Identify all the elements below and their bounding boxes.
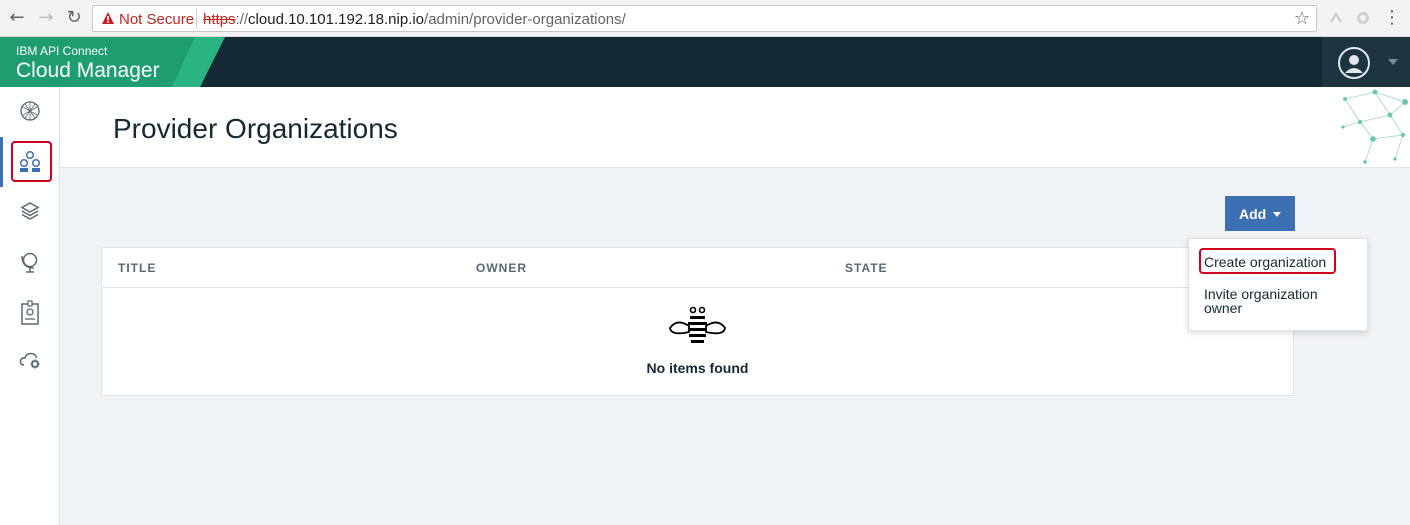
page-title: Provider Organizations bbox=[113, 113, 398, 144]
url-scheme: https bbox=[203, 11, 236, 28]
sidebar-item-resources[interactable] bbox=[0, 187, 60, 237]
network-decoration-icon bbox=[1341, 89, 1408, 164]
browser-toolbar: ← → ↻ Not Secure https://cloud.10.101.19… bbox=[0, 0, 1410, 37]
empty-state: No items found bbox=[102, 288, 1293, 396]
badge-icon bbox=[21, 300, 39, 325]
warning-icon bbox=[102, 12, 114, 24]
reload-icon[interactable]: ↻ bbox=[63, 7, 85, 29]
globe-stand-icon bbox=[21, 252, 38, 273]
product-name: Cloud Manager bbox=[16, 59, 160, 82]
extension-circle-icon[interactable] bbox=[1355, 10, 1371, 26]
sidebar-item-topology[interactable] bbox=[0, 237, 60, 287]
sidebar-active-indicator bbox=[0, 137, 3, 187]
forward-icon[interactable]: → bbox=[35, 7, 57, 29]
page-header: Provider Organizations bbox=[60, 87, 1410, 168]
add-button[interactable]: Add bbox=[1225, 196, 1295, 231]
empty-message: No items found bbox=[646, 360, 749, 376]
person-icon bbox=[1345, 55, 1363, 73]
user-avatar-icon[interactable] bbox=[1338, 47, 1370, 79]
url-separator: :// bbox=[235, 11, 249, 28]
extension-icon[interactable] bbox=[1328, 10, 1344, 26]
add-dropdown-menu: Create organization Invite organization … bbox=[1188, 238, 1368, 331]
column-header-state[interactable]: STATE bbox=[845, 261, 888, 275]
product-family-name: IBM API Connect bbox=[16, 44, 108, 58]
browser-menu-icon[interactable]: ⋮ bbox=[1381, 7, 1403, 29]
url-host: cloud.10.101.192.18.nip.io bbox=[248, 11, 425, 28]
chevron-down-icon[interactable] bbox=[1388, 59, 1398, 65]
table-header: TITLE OWNER STATE bbox=[102, 248, 1293, 288]
app-header: IBM API Connect Cloud Manager bbox=[0, 37, 1410, 87]
address-divider bbox=[196, 9, 197, 28]
globe-mesh-icon bbox=[20, 101, 40, 121]
cloud-settings-icon bbox=[19, 352, 40, 369]
sidebar-item-members[interactable] bbox=[0, 287, 60, 337]
menu-item-create-organization[interactable]: Create organization bbox=[1204, 255, 1326, 269]
address-bar[interactable]: Not Secure https://cloud.10.101.192.18.n… bbox=[92, 5, 1317, 32]
layers-icon bbox=[20, 202, 40, 220]
organizations-table: TITLE OWNER STATE No items found bbox=[101, 247, 1294, 396]
not-secure-label: Not Secure bbox=[119, 11, 195, 28]
sidebar-item-home[interactable] bbox=[0, 87, 60, 137]
bee-icon bbox=[669, 306, 726, 343]
sidebar-annotation-highlight bbox=[11, 141, 52, 182]
chevron-down-icon bbox=[1273, 212, 1281, 217]
sidebar bbox=[0, 87, 60, 525]
url-path: /admin/provider-organizations/ bbox=[424, 11, 626, 28]
back-icon[interactable]: ← bbox=[6, 7, 28, 29]
menu-item-invite-organization-owner[interactable]: Invite organization owner bbox=[1204, 287, 1354, 315]
column-header-owner[interactable]: OWNER bbox=[476, 261, 527, 275]
sidebar-item-settings[interactable] bbox=[0, 337, 60, 387]
column-header-title[interactable]: TITLE bbox=[118, 261, 156, 275]
add-button-label: Add bbox=[1239, 206, 1267, 222]
url-text: https://cloud.10.101.192.18.nip.io/admin… bbox=[203, 11, 626, 28]
bookmark-star-icon[interactable]: ☆ bbox=[1294, 8, 1310, 29]
user-menu[interactable] bbox=[1322, 37, 1410, 87]
